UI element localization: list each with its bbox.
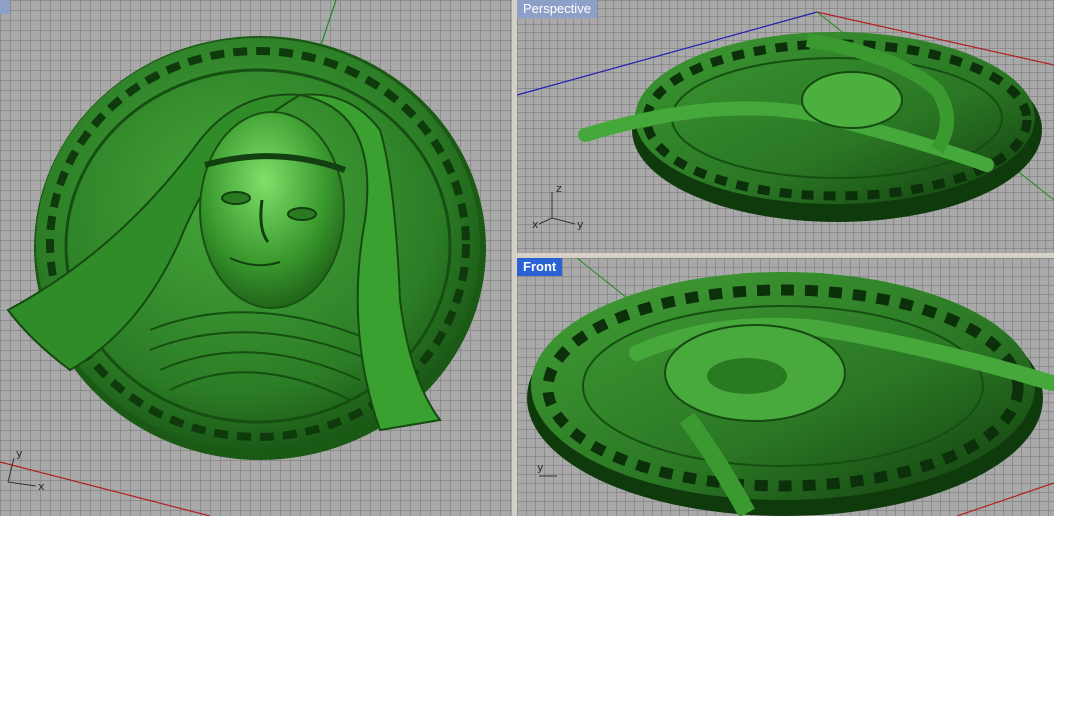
top-axis-x-label: x [38,480,45,493]
viewport-front-label[interactable]: Front [517,258,563,276]
y-axis-line [319,0,337,49]
perspective-axis-z-label: z [556,182,562,195]
front-axis-y-label: y [537,461,544,474]
front-view-scene: y [527,258,1054,516]
perspective-axis-icon [538,192,576,225]
perspective-face [801,71,903,129]
perspective-view-scene: z y x [517,11,1054,231]
viewport-top[interactable]: x y [0,0,512,516]
perspective-axis-y-label: y [577,218,584,231]
top-axis-y-label: y [16,447,23,460]
viewport-perspective-label[interactable]: Perspective [517,0,597,18]
face [199,111,345,309]
x-axis-line [0,461,211,516]
perspective-axis-x-label: x [532,218,539,231]
top-axis-icon [7,457,37,487]
viewport-front[interactable]: y Front [517,258,1054,516]
viewport-perspective[interactable]: z y x Perspective [517,0,1054,253]
top-view-scene: x y [0,0,486,516]
